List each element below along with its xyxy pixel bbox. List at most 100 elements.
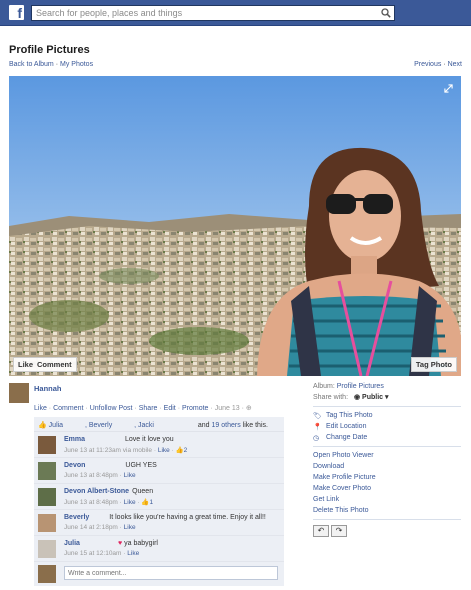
- comment-like-link[interactable]: Like: [127, 550, 139, 557]
- comment-input[interactable]: [64, 566, 278, 580]
- comment-link[interactable]: Comment: [53, 405, 83, 412]
- separator: ·: [134, 405, 137, 412]
- download-link[interactable]: Download: [313, 463, 461, 470]
- commenter-name[interactable]: Devon Albert-Stone: [64, 488, 129, 495]
- edit-link[interactable]: Edit: [164, 405, 176, 412]
- commenter-name[interactable]: Devon: [64, 462, 85, 469]
- next-link[interactable]: Next: [448, 61, 462, 68]
- expand-icon[interactable]: [444, 84, 453, 93]
- rotate-left-icon[interactable]: ↶: [313, 525, 329, 537]
- post-date[interactable]: June 13: [215, 405, 240, 412]
- comment-like-link[interactable]: Like: [124, 472, 136, 479]
- comment-timestamp[interactable]: June 13 at 11:23am via mobile: [64, 447, 152, 454]
- commenter-name[interactable]: Beverly: [64, 514, 89, 521]
- comment-text: Queen: [132, 488, 154, 495]
- comment-like-link[interactable]: Like: [158, 447, 170, 454]
- comment: Julia ♥ ya babygirl June 15 at 12:10am · L…: [34, 536, 284, 562]
- get-link-link[interactable]: Get Link: [313, 496, 461, 503]
- comment-text: ya babygirl: [124, 540, 158, 547]
- share-with-label: Share with:: [313, 394, 349, 401]
- separator: ·: [153, 447, 157, 454]
- separator: ·: [119, 499, 122, 506]
- heart-icon: ♥: [117, 540, 123, 547]
- previous-link[interactable]: Previous: [414, 61, 441, 68]
- location-pin-icon: 📍: [313, 424, 322, 431]
- delete-photo-link[interactable]: Delete This Photo: [313, 507, 461, 514]
- comment: Beverly It looks like you're having a gre…: [34, 510, 284, 536]
- privacy-globe-icon[interactable]: ⊕: [246, 405, 252, 412]
- search-box[interactable]: [31, 5, 395, 21]
- rotate-controls: ↶ ↷: [313, 525, 461, 537]
- comment-timestamp[interactable]: June 13 at 8:48pm: [64, 472, 118, 479]
- privacy-selector[interactable]: ◉ Public ▾: [354, 394, 389, 401]
- photo-comment-button[interactable]: Comment: [37, 360, 72, 369]
- separator: ·: [159, 405, 162, 412]
- separator: ·: [123, 550, 126, 557]
- comment-timestamp[interactable]: June 15 at 12:10am: [64, 550, 121, 557]
- change-date-label: Change Date: [326, 434, 368, 441]
- facebook-logo[interactable]: f: [9, 5, 24, 20]
- album-info: Album: Profile Pictures: [313, 383, 461, 390]
- unfollow-post-link[interactable]: Unfollow Post: [90, 405, 133, 412]
- like-link[interactable]: Like: [34, 405, 47, 412]
- separator: ·: [85, 405, 88, 412]
- likes-and-text: and: [197, 422, 210, 429]
- tag-this-photo-label: Tag This Photo: [326, 412, 373, 419]
- avatar[interactable]: [38, 436, 56, 454]
- commenter-name[interactable]: Julia: [64, 540, 80, 547]
- top-bar: f: [0, 0, 471, 26]
- separator: ·: [241, 405, 244, 412]
- chevron-down-icon: ▾: [385, 394, 389, 401]
- comment-like-count[interactable]: 2: [184, 447, 188, 454]
- liker-name[interactable]: , Jacki: [134, 422, 154, 429]
- comment-like-count[interactable]: 1: [149, 499, 153, 506]
- album-label: Album:: [313, 383, 335, 390]
- avatar[interactable]: [9, 383, 29, 403]
- share-link[interactable]: Share: [139, 405, 158, 412]
- avatar[interactable]: [38, 462, 56, 480]
- like-thumb-icon: 👍: [175, 447, 184, 454]
- avatar[interactable]: [38, 488, 56, 506]
- comment-timestamp[interactable]: June 13 at 8:48pm: [64, 499, 118, 506]
- make-profile-picture-link[interactable]: Make Profile Picture: [313, 474, 461, 481]
- open-photo-viewer-link[interactable]: Open Photo Viewer: [313, 452, 461, 459]
- rotate-right-icon[interactable]: ↷: [331, 525, 347, 537]
- album-link[interactable]: Profile Pictures: [337, 383, 384, 390]
- my-photos-link[interactable]: My Photos: [60, 61, 93, 68]
- change-date-link[interactable]: ◷ Change Date: [313, 434, 461, 442]
- liker-name[interactable]: , Beverly: [85, 422, 112, 429]
- separator: ·: [119, 472, 122, 479]
- avatar[interactable]: [38, 514, 56, 532]
- owner-name[interactable]: Hannah: [34, 384, 62, 393]
- divider: [313, 446, 461, 447]
- search-input[interactable]: [32, 6, 372, 20]
- make-cover-photo-link[interactable]: Make Cover Photo: [313, 485, 461, 492]
- tag-icon: 🏷: [313, 413, 322, 420]
- tag-photo-button[interactable]: Tag Photo: [410, 357, 457, 372]
- breadcrumb: Back to Album · My Photos: [9, 61, 93, 68]
- search-icon[interactable]: [381, 8, 391, 18]
- promote-link[interactable]: Promote: [182, 405, 208, 412]
- separator: ·: [137, 499, 140, 506]
- separator: ·: [48, 405, 52, 412]
- back-to-album-link[interactable]: Back to Album: [9, 61, 54, 68]
- comment-timestamp[interactable]: June 14 at 2:18pm: [64, 524, 118, 531]
- separator: ·: [443, 61, 446, 68]
- likes-summary: 👍 Julia , Beverly , Jacki and 19 others …: [34, 417, 284, 432]
- comment-like-link[interactable]: Like: [124, 499, 136, 506]
- comment-text: UGH YES: [125, 462, 157, 469]
- avatar[interactable]: [38, 540, 56, 558]
- liker-name[interactable]: Julia: [49, 422, 63, 429]
- main-photo[interactable]: Like Comment Tag Photo: [9, 76, 461, 376]
- tag-this-photo-link[interactable]: 🏷 Tag This Photo: [313, 412, 461, 420]
- comment-meta: June 15 at 12:10am · Like: [64, 550, 280, 557]
- photo-like-button[interactable]: Like: [18, 360, 33, 369]
- comment: Emma Love it love you June 13 at 11:23am …: [34, 432, 284, 458]
- photo-image: [9, 76, 461, 376]
- others-link[interactable]: 19 others: [212, 422, 241, 429]
- comment-like-link[interactable]: Like: [124, 524, 136, 531]
- comment-meta: June 14 at 2:18pm · Like: [64, 524, 280, 531]
- commenter-name[interactable]: Emma: [64, 436, 85, 443]
- edit-location-link[interactable]: 📍 Edit Location: [313, 423, 461, 431]
- separator: ·: [177, 405, 181, 412]
